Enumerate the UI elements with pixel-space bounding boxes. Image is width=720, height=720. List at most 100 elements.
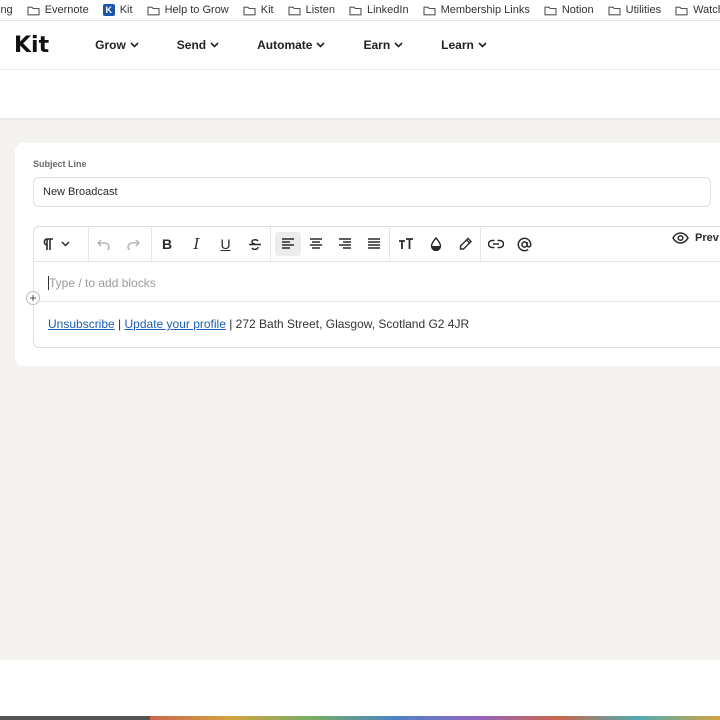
- strikethrough-icon: [249, 238, 261, 250]
- add-block-button[interactable]: +: [26, 291, 40, 305]
- nav-learn[interactable]: Learn: [441, 38, 487, 52]
- footer-area: [0, 660, 720, 716]
- nav-menu: Grow Send Automate Earn Learn: [95, 38, 525, 52]
- align-justify-icon: [368, 238, 380, 249]
- bookmark-notion[interactable]: Notion: [544, 4, 594, 16]
- footer-separator: |: [114, 317, 125, 331]
- unsubscribe-link[interactable]: Unsubscribe: [48, 317, 115, 331]
- bold-button[interactable]: B: [152, 232, 182, 256]
- bookmark-label: Watch/Read L: [693, 4, 720, 16]
- highlight-button[interactable]: [450, 232, 480, 256]
- italic-button[interactable]: I: [182, 232, 211, 256]
- preview-button[interactable]: Prev: [672, 232, 719, 244]
- mention-button[interactable]: [510, 232, 539, 256]
- plus-icon: +: [29, 291, 37, 305]
- link-button[interactable]: [481, 232, 510, 256]
- top-nav: Kit Grow Send Automate Earn Learn: [0, 21, 720, 70]
- bookmarks-bar: ing Evernote K Kit Help to Grow Kit List…: [0, 0, 720, 21]
- undo-button[interactable]: [89, 232, 119, 256]
- folder-icon: [349, 6, 362, 15]
- bookmark-truncated[interactable]: ing: [0, 4, 13, 16]
- link-icon: [487, 239, 504, 249]
- bookmark-help-to-grow[interactable]: Help to Grow: [147, 4, 229, 16]
- align-right-icon: [339, 238, 351, 249]
- folder-icon: [675, 6, 688, 15]
- update-profile-link[interactable]: Update your profile: [125, 317, 226, 331]
- editor-toolbar: B I U Prev: [34, 227, 720, 262]
- nav-label: Automate: [257, 38, 313, 52]
- text-size-button[interactable]: [390, 232, 422, 256]
- editor-placeholder: Type / to add blocks: [49, 276, 156, 290]
- bookmark-membership-links[interactable]: Membership Links: [423, 4, 530, 16]
- email-footer: Unsubscribe | Update your profile | 272 …: [48, 317, 469, 331]
- bold-icon: B: [161, 236, 173, 252]
- dock-icons: [150, 716, 720, 720]
- chevron-down-icon: [394, 42, 403, 48]
- bookmark-utilities[interactable]: Utilities: [608, 4, 661, 16]
- bookmark-label: Listen: [305, 4, 335, 16]
- subject-line-label: Subject Line: [33, 159, 87, 169]
- italic-icon: I: [193, 235, 200, 253]
- nav-label: Grow: [95, 38, 126, 52]
- bookmark-evernote[interactable]: Evernote: [27, 4, 89, 16]
- broadcast-card: Subject Line New Broadcast B I U Prev Ty…: [15, 143, 720, 366]
- block-type-dropdown[interactable]: [34, 232, 78, 256]
- underline-button[interactable]: U: [211, 232, 240, 256]
- paragraph-icon: [43, 237, 53, 250]
- bookmark-label: Notion: [561, 4, 594, 16]
- page-header-band: [0, 70, 720, 118]
- align-right-button[interactable]: [331, 232, 359, 256]
- chevron-down-icon: [478, 42, 487, 48]
- nav-send[interactable]: Send: [177, 38, 219, 52]
- chevron-down-icon: [61, 241, 70, 247]
- strikethrough-button[interactable]: [240, 232, 270, 256]
- bookmark-watch-read[interactable]: Watch/Read L: [675, 4, 720, 16]
- email-editor: B I U Prev Type / to add blocks Unsubscr…: [33, 226, 720, 348]
- nav-grow[interactable]: Grow: [95, 38, 139, 52]
- bookmark-label: Kit: [119, 4, 133, 16]
- chevron-down-icon: [316, 42, 326, 48]
- bookmark-listen[interactable]: Listen: [288, 4, 335, 16]
- preview-label: Prev: [695, 232, 719, 244]
- eye-icon: [672, 232, 689, 244]
- folder-icon: [288, 6, 301, 15]
- bookmark-kit-site[interactable]: K Kit: [102, 4, 133, 16]
- nav-label: Earn: [363, 38, 391, 52]
- color-drop-icon: [430, 237, 442, 251]
- align-center-button[interactable]: [301, 232, 331, 256]
- bookmark-label: Utilities: [625, 4, 662, 16]
- bookmark-kit-folder[interactable]: Kit: [243, 4, 274, 16]
- redo-icon: [127, 239, 140, 250]
- undo-icon: [97, 239, 110, 250]
- chevron-down-icon: [130, 42, 139, 48]
- folder-icon: [243, 6, 256, 15]
- highlighter-icon: [459, 237, 472, 250]
- footer-address: | 272 Bath Street, Glasgow, Scotland G2 …: [225, 317, 470, 331]
- subject-line-input[interactable]: New Broadcast: [33, 177, 711, 207]
- align-left-button[interactable]: [275, 232, 301, 256]
- folder-icon: [544, 6, 557, 15]
- bookmark-label: LinkedIn: [366, 4, 409, 16]
- justify-button[interactable]: [359, 232, 389, 256]
- bookmark-label: Help to Grow: [164, 4, 229, 16]
- chevron-down-icon: [210, 42, 219, 48]
- toolbar-separator: [270, 227, 271, 261]
- bookmark-label: Evernote: [44, 4, 89, 16]
- text-color-button[interactable]: [422, 232, 450, 256]
- at-sign-icon: [517, 237, 532, 251]
- align-left-icon: [282, 238, 294, 249]
- bookmark-linkedin[interactable]: LinkedIn: [349, 4, 409, 16]
- text-size-icon: [399, 238, 413, 249]
- folder-icon: [423, 6, 436, 15]
- redo-button[interactable]: [119, 232, 147, 256]
- folder-icon: [147, 6, 160, 15]
- editor-body[interactable]: Type / to add blocks: [34, 261, 720, 302]
- bookmark-label: Membership Links: [440, 4, 530, 16]
- kit-logo[interactable]: Kit: [14, 33, 49, 58]
- nav-label: Send: [176, 38, 207, 52]
- nav-earn[interactable]: Earn: [363, 38, 403, 52]
- divider: [0, 118, 720, 120]
- underline-icon: U: [220, 236, 231, 252]
- nav-label: Learn: [441, 38, 474, 52]
- nav-automate[interactable]: Automate: [257, 38, 326, 52]
